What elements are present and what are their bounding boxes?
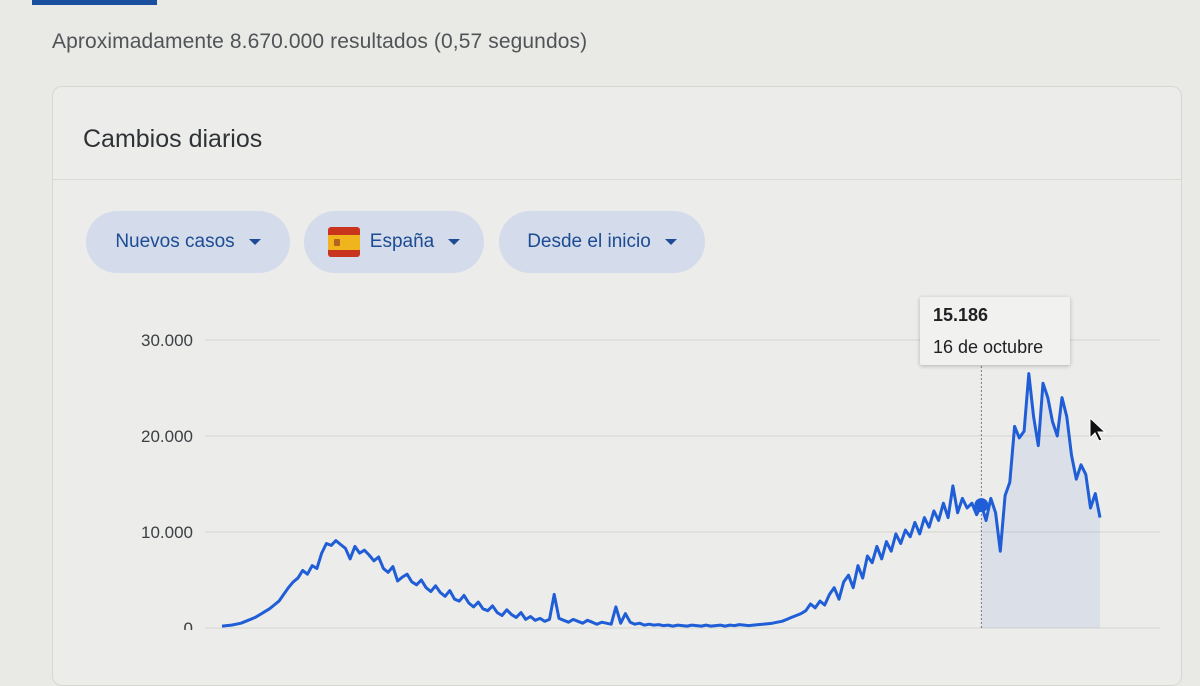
tooltip-date: 16 de octubre (933, 337, 1044, 357)
tooltip-value: 15.186 (933, 305, 989, 325)
y-tick-label: 0 (184, 619, 193, 630)
y-tick-label: 20.000 (141, 427, 193, 446)
value-tooltip: 15.186 16 de octubre (920, 297, 1070, 365)
y-tick-label: 10.000 (141, 523, 193, 542)
y-tick-label: 30.000 (141, 331, 193, 350)
series-line (221, 372, 1102, 628)
y-axis-ticks: 30.000 20.000 10.000 0 (141, 331, 193, 630)
mouse-pointer-icon (1089, 416, 1107, 442)
hover-point (974, 498, 989, 513)
